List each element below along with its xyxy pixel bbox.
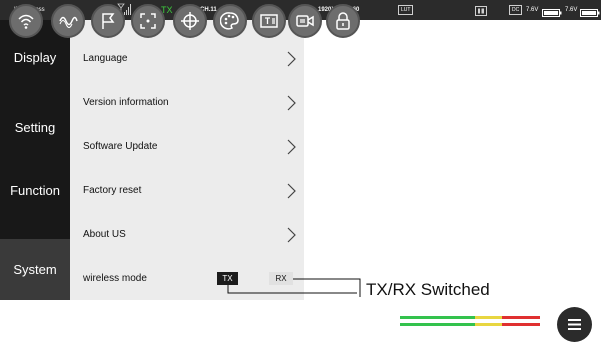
menu-item-software-update[interactable]: Software Update — [70, 125, 304, 169]
menu-item-version-information[interactable]: Version information — [70, 81, 304, 125]
menu-item-label: Factory reset — [83, 185, 142, 196]
menu-item-label: Language — [83, 53, 128, 64]
focus-frame-icon[interactable] — [131, 4, 165, 38]
voltage-2-label: 7.6V — [565, 7, 578, 13]
annotation-text: TX/RX Switched — [366, 280, 490, 299]
hamburger-menu-icon[interactable] — [557, 307, 592, 342]
sidebar-item-system[interactable]: System — [0, 239, 70, 300]
lock-icon[interactable] — [326, 4, 360, 38]
voltage-1-label: 7.6V — [526, 7, 539, 13]
sidebar-item-function[interactable]: Function — [0, 183, 70, 198]
chevron-right-icon — [287, 227, 296, 243]
chevron-right-icon — [287, 95, 296, 111]
menu-item-language[interactable]: Language — [70, 37, 304, 81]
waveform-icon[interactable] — [51, 4, 85, 38]
text-overlay-icon[interactable] — [252, 4, 286, 38]
wireless-icon[interactable] — [9, 4, 43, 38]
chevron-right-icon — [287, 139, 296, 155]
tx-mode-button[interactable]: TX — [217, 272, 238, 285]
menu-item-label: Software Update — [83, 141, 158, 152]
crosshair-icon[interactable] — [173, 4, 207, 38]
sidebar: Display Setting Function System — [0, 20, 70, 300]
sidebar-item-display[interactable]: Display — [0, 50, 70, 65]
palette-icon[interactable] — [213, 4, 247, 38]
battery-1-icon — [542, 6, 562, 17]
battery-2-icon — [580, 6, 600, 17]
chevron-right-icon — [287, 51, 296, 67]
dc-badge: DC — [509, 5, 523, 15]
lut-badge: LUT — [398, 5, 414, 15]
wireless-mode-label: wireless mode — [83, 273, 147, 284]
rx-mode-button[interactable]: RX — [269, 272, 293, 285]
hdr-icon — [475, 5, 487, 16]
menu-item-about-us[interactable]: About US — [70, 213, 304, 257]
meter-channel-2 — [400, 323, 540, 326]
menu-item-factory-reset[interactable]: Factory reset — [70, 169, 304, 213]
meter-channel-1 — [400, 316, 540, 319]
menu-item-label: About US — [83, 229, 126, 240]
sidebar-item-setting[interactable]: Setting — [0, 120, 70, 135]
record-icon[interactable] — [288, 4, 322, 38]
wireless-mode-row: wireless mode TX RX — [70, 257, 304, 301]
audio-level-meter — [400, 316, 540, 328]
menu-item-label: Version information — [83, 97, 169, 108]
system-menu: Language Version information Software Up… — [70, 20, 304, 300]
flag-icon[interactable] — [91, 4, 125, 38]
chevron-right-icon — [287, 183, 296, 199]
